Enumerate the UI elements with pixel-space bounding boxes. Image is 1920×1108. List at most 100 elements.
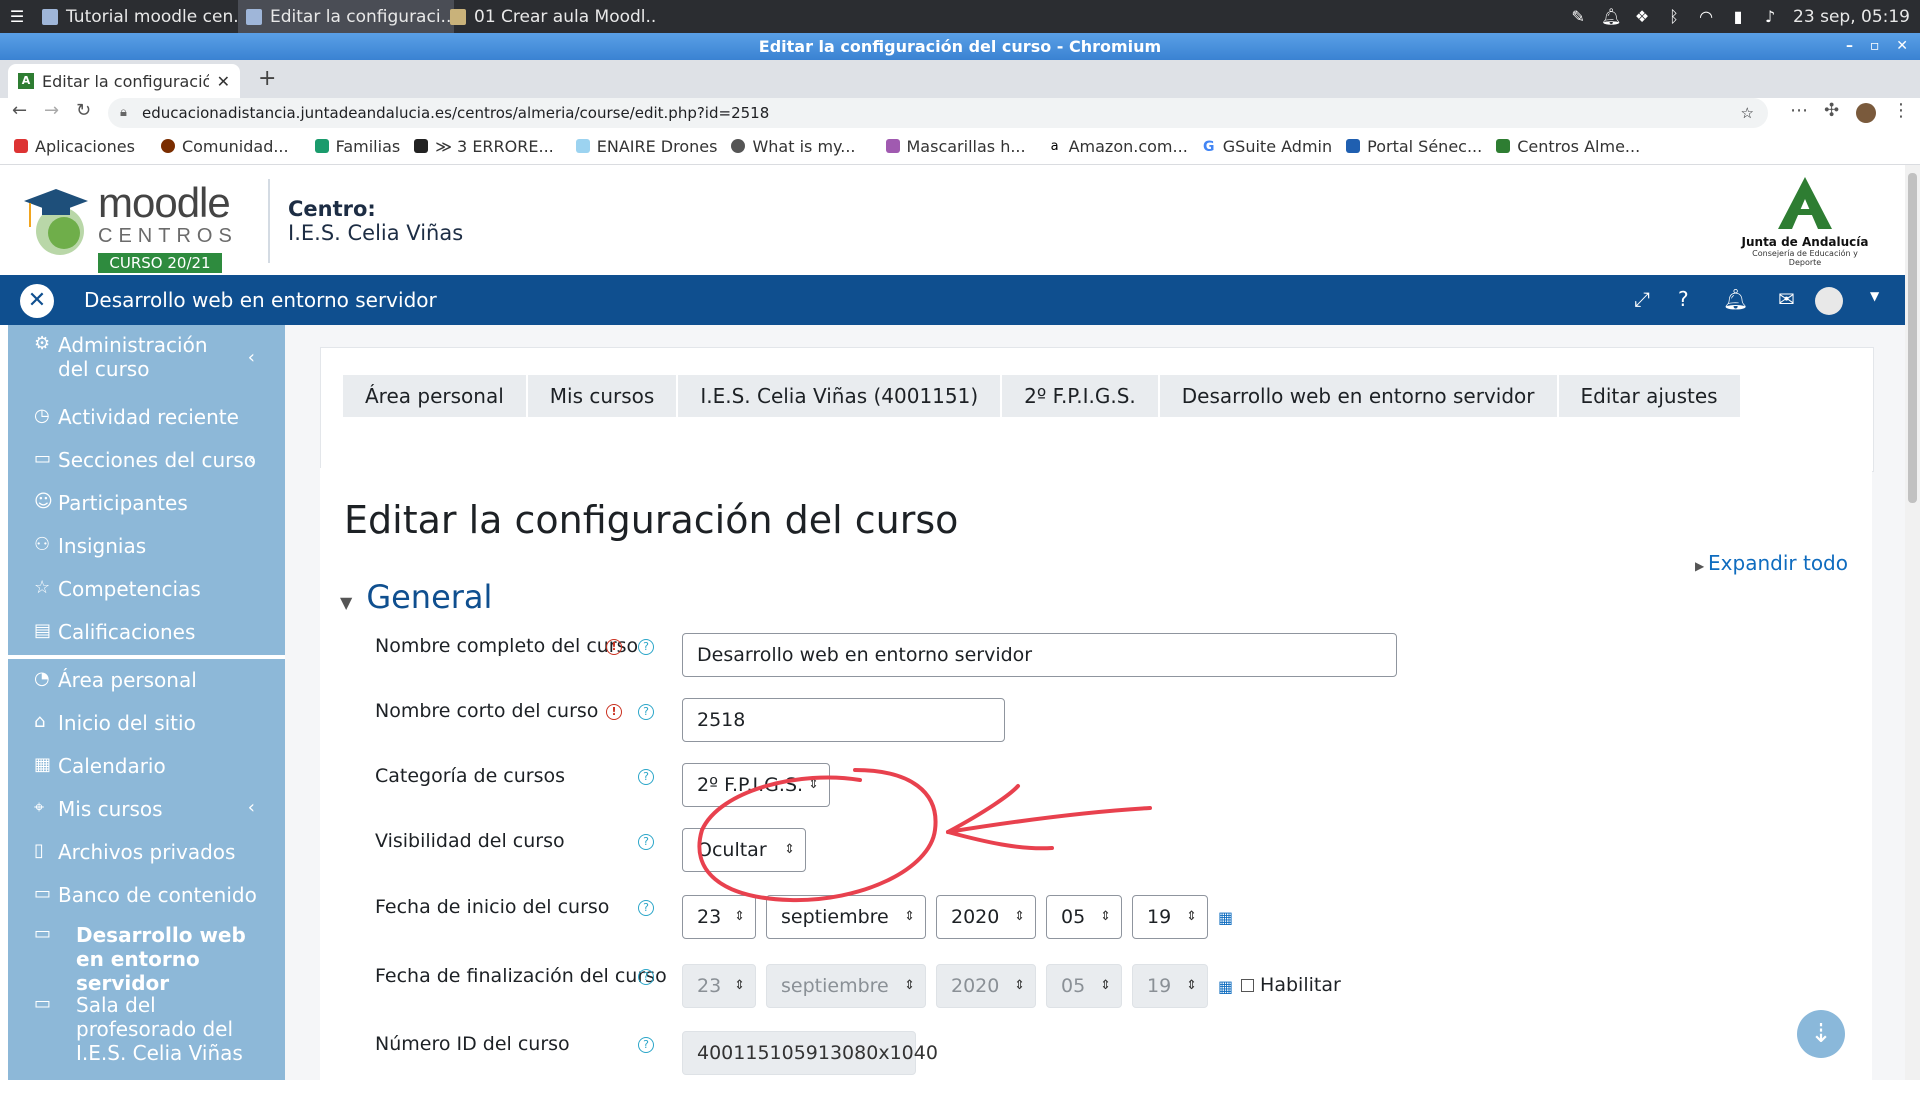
scrollbar-thumb[interactable]	[1908, 173, 1917, 503]
enable-enddate-checkbox[interactable]: Habilitar	[1241, 974, 1341, 996]
sidebar-item-badges[interactable]: ⚇ Insignias	[34, 534, 146, 558]
end-month-select[interactable]: septiembre	[766, 964, 926, 1008]
start-year-select[interactable]: 2020	[936, 895, 1036, 939]
idnumber-input[interactable]: 400115105913080x1040	[682, 1031, 938, 1075]
bookmark-3[interactable]: Familias	[314, 137, 400, 156]
bell-icon[interactable]: 🔔︎	[1601, 7, 1621, 26]
help-icon[interactable]: ?	[638, 1037, 654, 1053]
start-month-select[interactable]: septiembre	[766, 895, 926, 939]
bluetooth-icon[interactable]: ᛒ	[1665, 7, 1683, 26]
window-controls[interactable]: – ▫ ✕	[1846, 33, 1914, 60]
bookmark-5[interactable]: ENAIRE Drones	[575, 137, 717, 156]
breadcrumb-item[interactable]: Área personal	[343, 375, 528, 417]
sidebar-item-private-files[interactable]: ▯ Archivos privados	[34, 840, 235, 864]
chevron-left-icon[interactable]: ‹	[248, 797, 255, 818]
profile-avatar[interactable]	[1856, 103, 1876, 123]
taskbar-task-2[interactable]: Editar la configuraci...	[238, 0, 454, 33]
sidebar-item-dashboard[interactable]: ◔ Área personal	[34, 668, 197, 692]
taskbar-task-1[interactable]: Tutorial moodle cen...	[34, 0, 250, 33]
puzzle-icon[interactable]: ✣	[1824, 100, 1839, 121]
sidebar-item-grades[interactable]: ▤ Calificaciones	[34, 620, 195, 644]
course-title[interactable]: Desarrollo web en entorno servidor	[84, 288, 437, 312]
start-hour-select[interactable]: 05	[1046, 895, 1122, 939]
section-header-general[interactable]: ▼ General	[340, 578, 492, 616]
browser-tab[interactable]: A Editar la configuración ✕	[8, 64, 240, 98]
help-icon[interactable]: ?	[638, 969, 654, 985]
menu-kebab-icon[interactable]: ⋮	[1892, 100, 1910, 121]
bookmark-8[interactable]: a Amazon.com...	[1047, 137, 1188, 156]
chevron-left-icon[interactable]: ‹	[248, 449, 255, 470]
end-day-select[interactable]: 23	[682, 964, 756, 1008]
fullname-input[interactable]: Desarrollo web en entorno servidor	[682, 633, 1397, 677]
end-minute-select[interactable]: 19	[1132, 964, 1208, 1008]
help-icon[interactable]: ?	[1678, 287, 1689, 311]
bookmark-apps[interactable]: Aplicaciones	[14, 137, 135, 156]
help-icon[interactable]: ?	[638, 704, 654, 720]
sidebar-item-site-home[interactable]: ⌂ Inicio del sitio	[34, 711, 196, 735]
calendar-icon[interactable]: ▦	[1218, 908, 1233, 927]
scroll-down-button[interactable]: ⇣	[1797, 1010, 1845, 1058]
help-icon[interactable]: ?	[638, 769, 654, 785]
back-button[interactable]: ←	[12, 100, 27, 121]
bookmark-4[interactable]: ≫ 3 ERRORE...	[414, 137, 554, 156]
sidebar-item-my-courses[interactable]: ⌖ Mis cursos	[34, 797, 163, 821]
edit-icon[interactable]: ✎	[1569, 7, 1587, 26]
checkbox-icon[interactable]	[1241, 979, 1254, 992]
clock[interactable]: 23 sep, 05:19	[1793, 7, 1910, 27]
sidebar-item-participants[interactable]: ☺ Participantes	[34, 491, 188, 515]
breadcrumb-item[interactable]: Desarrollo web en entorno servidor	[1160, 375, 1559, 417]
sidebar-item-competencies[interactable]: ☆ Competencias	[34, 577, 201, 601]
visibility-select[interactable]: Ocultar	[682, 828, 806, 872]
junta-logo[interactable]: Junta de Andalucía Consejería de Educaci…	[1735, 175, 1875, 267]
start-minute-select[interactable]: 19	[1132, 895, 1208, 939]
bookmark-7[interactable]: Mascarillas h...	[885, 137, 1026, 156]
bookmark-2[interactable]: Comunidad...	[160, 137, 289, 156]
reload-button[interactable]: ↻	[76, 100, 91, 121]
help-icon[interactable]: ?	[638, 834, 654, 850]
volume-icon[interactable]: ♪	[1761, 7, 1779, 26]
notifications-bell-icon[interactable]: 🔔︎	[1723, 287, 1748, 311]
bookmark-star-icon[interactable]: ☆	[1741, 98, 1754, 128]
page-scrollbar[interactable]	[1905, 165, 1920, 1080]
taskbar-task-3[interactable]: 01 Crear aula Moodl...	[442, 0, 658, 33]
sidebar-item-course-sections[interactable]: ▭ Secciones del curso	[34, 448, 256, 472]
wifi-icon[interactable]: ◠	[1697, 7, 1715, 26]
user-menu-caret-icon[interactable]: ▼	[1870, 289, 1879, 303]
close-tab-icon[interactable]: ✕	[217, 72, 230, 91]
sidebar-item-calendar[interactable]: ▦ Calendario	[34, 754, 166, 778]
bookmark-10[interactable]: Portal Sénec...	[1346, 137, 1482, 156]
chevron-left-icon[interactable]: ‹	[248, 347, 255, 368]
bookmark-9[interactable]: G GSuite Admin	[1202, 137, 1332, 156]
battery-icon[interactable]: ▮	[1729, 7, 1747, 26]
required-icon[interactable]: !	[606, 639, 622, 655]
required-icon[interactable]: !	[606, 704, 622, 720]
start-day-select[interactable]: 23	[682, 895, 756, 939]
bookmark-6[interactable]: What is my...	[731, 137, 856, 156]
extension-icon[interactable]: ⋯	[1790, 100, 1808, 121]
user-avatar[interactable]	[1815, 287, 1843, 315]
shortname-input[interactable]: 2518	[682, 698, 1005, 742]
fullscreen-icon[interactable]: ⤢	[1634, 287, 1650, 311]
help-icon[interactable]: ?	[638, 639, 654, 655]
breadcrumb-item[interactable]: 2º F.P.I.G.S.	[1002, 375, 1160, 417]
bookmark-11[interactable]: Centros Alme...	[1496, 137, 1640, 156]
forward-button[interactable]: →	[44, 100, 59, 121]
sidebar-item-course-admin[interactable]: ⚙ Administración del curso	[34, 333, 224, 381]
expand-all-link[interactable]: ▶ Expandir todo	[1695, 551, 1848, 575]
end-hour-select[interactable]: 05	[1046, 964, 1122, 1008]
breadcrumb-item-current[interactable]: Editar ajustes	[1559, 375, 1740, 417]
sidebar-item-recent-activity[interactable]: ◷ Actividad reciente	[34, 405, 239, 429]
dropbox-icon[interactable]: ❖	[1633, 7, 1651, 26]
end-year-select[interactable]: 2020	[936, 964, 1036, 1008]
breadcrumb-item[interactable]: Mis cursos	[528, 375, 679, 417]
address-bar[interactable]: 🔒︎ educacionadistancia.juntadeandalucia.…	[108, 98, 1768, 128]
close-drawer-button[interactable]: ✕	[20, 284, 54, 318]
messages-envelope-icon[interactable]: ✉	[1778, 287, 1795, 311]
category-select[interactable]: 2º F.P.I.G.S.	[682, 763, 830, 807]
sidebar-item-staff-room[interactable]: ▭ Sala del profesorado del I.E.S. Celia V…	[34, 993, 264, 1065]
help-icon[interactable]: ?	[638, 900, 654, 916]
breadcrumb-item[interactable]: I.E.S. Celia Viñas (4001151)	[678, 375, 1003, 417]
new-tab-button[interactable]: +	[258, 66, 276, 91]
calendar-icon[interactable]: ▦	[1218, 977, 1233, 996]
sidebar-item-content-bank[interactable]: ▭ Banco de contenido	[34, 883, 257, 907]
